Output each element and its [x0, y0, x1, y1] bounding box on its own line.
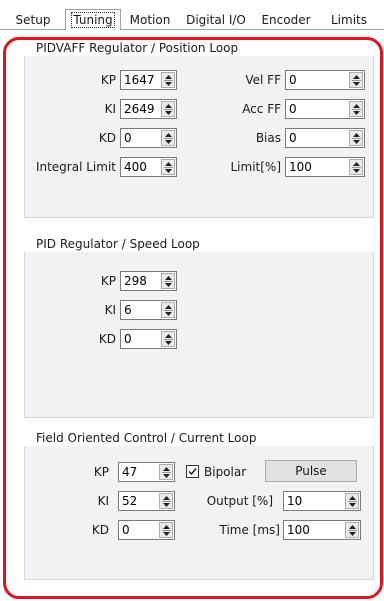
position-ki-label: KI: [104, 102, 116, 116]
checkmark-icon: [188, 468, 197, 476]
tab-setup[interactable]: Setup: [4, 12, 62, 30]
spinner-arrows-icon[interactable]: [159, 464, 173, 480]
tab-motion[interactable]: Motion: [124, 12, 176, 30]
spinner-arrows-icon[interactable]: [161, 273, 175, 289]
speed-kp-spinner[interactable]: [120, 271, 177, 291]
current-kd-label: KD: [91, 523, 109, 537]
vel-ff-input[interactable]: [286, 71, 346, 89]
spinner-arrows-icon[interactable]: [161, 130, 175, 146]
position-loop-title: PIDVAFF Regulator / Position Loop: [33, 40, 242, 56]
bipolar-label: Bipolar: [204, 465, 247, 479]
tab-tuning[interactable]: Tuning: [65, 9, 121, 30]
position-kd-input[interactable]: [121, 129, 161, 147]
spinner-arrows-icon[interactable]: [161, 331, 175, 347]
current-ki-label: KI: [97, 494, 109, 508]
acc-ff-label: Acc FF: [242, 102, 281, 116]
spinner-arrows-icon[interactable]: [161, 101, 175, 117]
position-kp-spinner[interactable]: [120, 70, 177, 90]
position-kp-label: KP: [100, 73, 116, 87]
position-ki-spinner[interactable]: [120, 99, 177, 119]
output-spinner[interactable]: [283, 491, 361, 511]
vel-ff-label: Vel FF: [245, 73, 281, 87]
current-kp-spinner[interactable]: [118, 462, 175, 482]
speed-kp-label: KP: [100, 274, 116, 288]
current-loop-title: Field Oriented Control / Current Loop: [33, 430, 260, 446]
spinner-arrows-icon[interactable]: [161, 302, 175, 318]
speed-kd-spinner[interactable]: [120, 329, 177, 349]
spinner-arrows-icon[interactable]: [159, 493, 173, 509]
time-input[interactable]: [284, 521, 342, 539]
position-ki-input[interactable]: [121, 100, 161, 118]
position-kd-label: KD: [98, 131, 116, 145]
time-spinner[interactable]: [283, 520, 361, 540]
spinner-arrows-icon[interactable]: [349, 101, 363, 117]
speed-loop-group: PID Regulator / Speed Loop KP KI KD: [24, 236, 374, 418]
tab-label: Motion: [129, 13, 171, 27]
limit-label: Limit[%]: [230, 160, 281, 174]
spinner-arrows-icon[interactable]: [345, 522, 359, 538]
spinner-arrows-icon[interactable]: [159, 522, 173, 538]
limit-input[interactable]: [286, 158, 346, 176]
tab-label: Setup: [15, 13, 51, 27]
output-label: Output [%]: [206, 494, 273, 508]
current-kd-input[interactable]: [119, 521, 159, 539]
tab-label: Tuning: [71, 12, 115, 28]
position-loop-group: PIDVAFF Regulator / Position Loop KP KI …: [24, 40, 374, 218]
current-kd-spinner[interactable]: [118, 520, 175, 540]
pulse-button[interactable]: Pulse: [265, 460, 357, 482]
speed-kd-input[interactable]: [121, 330, 161, 348]
bias-input[interactable]: [286, 129, 346, 147]
tab-encoder[interactable]: Encoder: [256, 12, 316, 30]
current-ki-input[interactable]: [119, 492, 159, 510]
bias-label: Bias: [255, 131, 281, 145]
speed-loop-title: PID Regulator / Speed Loop: [33, 236, 203, 252]
current-kp-label: KP: [93, 465, 109, 479]
bipolar-checkbox[interactable]: [186, 465, 199, 478]
acc-ff-spinner[interactable]: [285, 99, 365, 119]
spinner-arrows-icon[interactable]: [161, 72, 175, 88]
acc-ff-input[interactable]: [286, 100, 346, 118]
tab-limits[interactable]: Limits: [318, 12, 380, 30]
speed-ki-label: KI: [104, 303, 116, 317]
current-ki-spinner[interactable]: [118, 491, 175, 511]
bias-spinner[interactable]: [285, 128, 365, 148]
vel-ff-spinner[interactable]: [285, 70, 365, 90]
position-kp-input[interactable]: [121, 71, 161, 89]
limit-spinner[interactable]: [285, 157, 365, 177]
integral-limit-spinner[interactable]: [120, 157, 177, 177]
tab-label: Limits: [331, 13, 367, 27]
speed-ki-spinner[interactable]: [120, 300, 177, 320]
current-kp-input[interactable]: [119, 463, 159, 481]
tab-label: Digital I/O: [186, 13, 246, 27]
spinner-arrows-icon[interactable]: [349, 72, 363, 88]
current-loop-group: Field Oriented Control / Current Loop KP…: [24, 430, 374, 580]
tab-digital-io[interactable]: Digital I/O: [178, 12, 254, 30]
speed-kp-input[interactable]: [121, 272, 161, 290]
integral-limit-label: Integral Limit: [35, 160, 116, 174]
speed-ki-input[interactable]: [121, 301, 161, 319]
speed-kd-label: KD: [98, 332, 116, 346]
spinner-arrows-icon[interactable]: [349, 159, 363, 175]
spinner-arrows-icon[interactable]: [345, 493, 359, 509]
output-input[interactable]: [284, 492, 342, 510]
tab-bar: Setup Tuning Motion Digital I/O Encoder …: [0, 0, 384, 30]
position-kd-spinner[interactable]: [120, 128, 177, 148]
integral-limit-input[interactable]: [121, 158, 161, 176]
spinner-arrows-icon[interactable]: [161, 159, 175, 175]
time-label: Time [ms]: [219, 523, 281, 537]
tab-label: Encoder: [261, 13, 311, 27]
spinner-arrows-icon[interactable]: [349, 130, 363, 146]
